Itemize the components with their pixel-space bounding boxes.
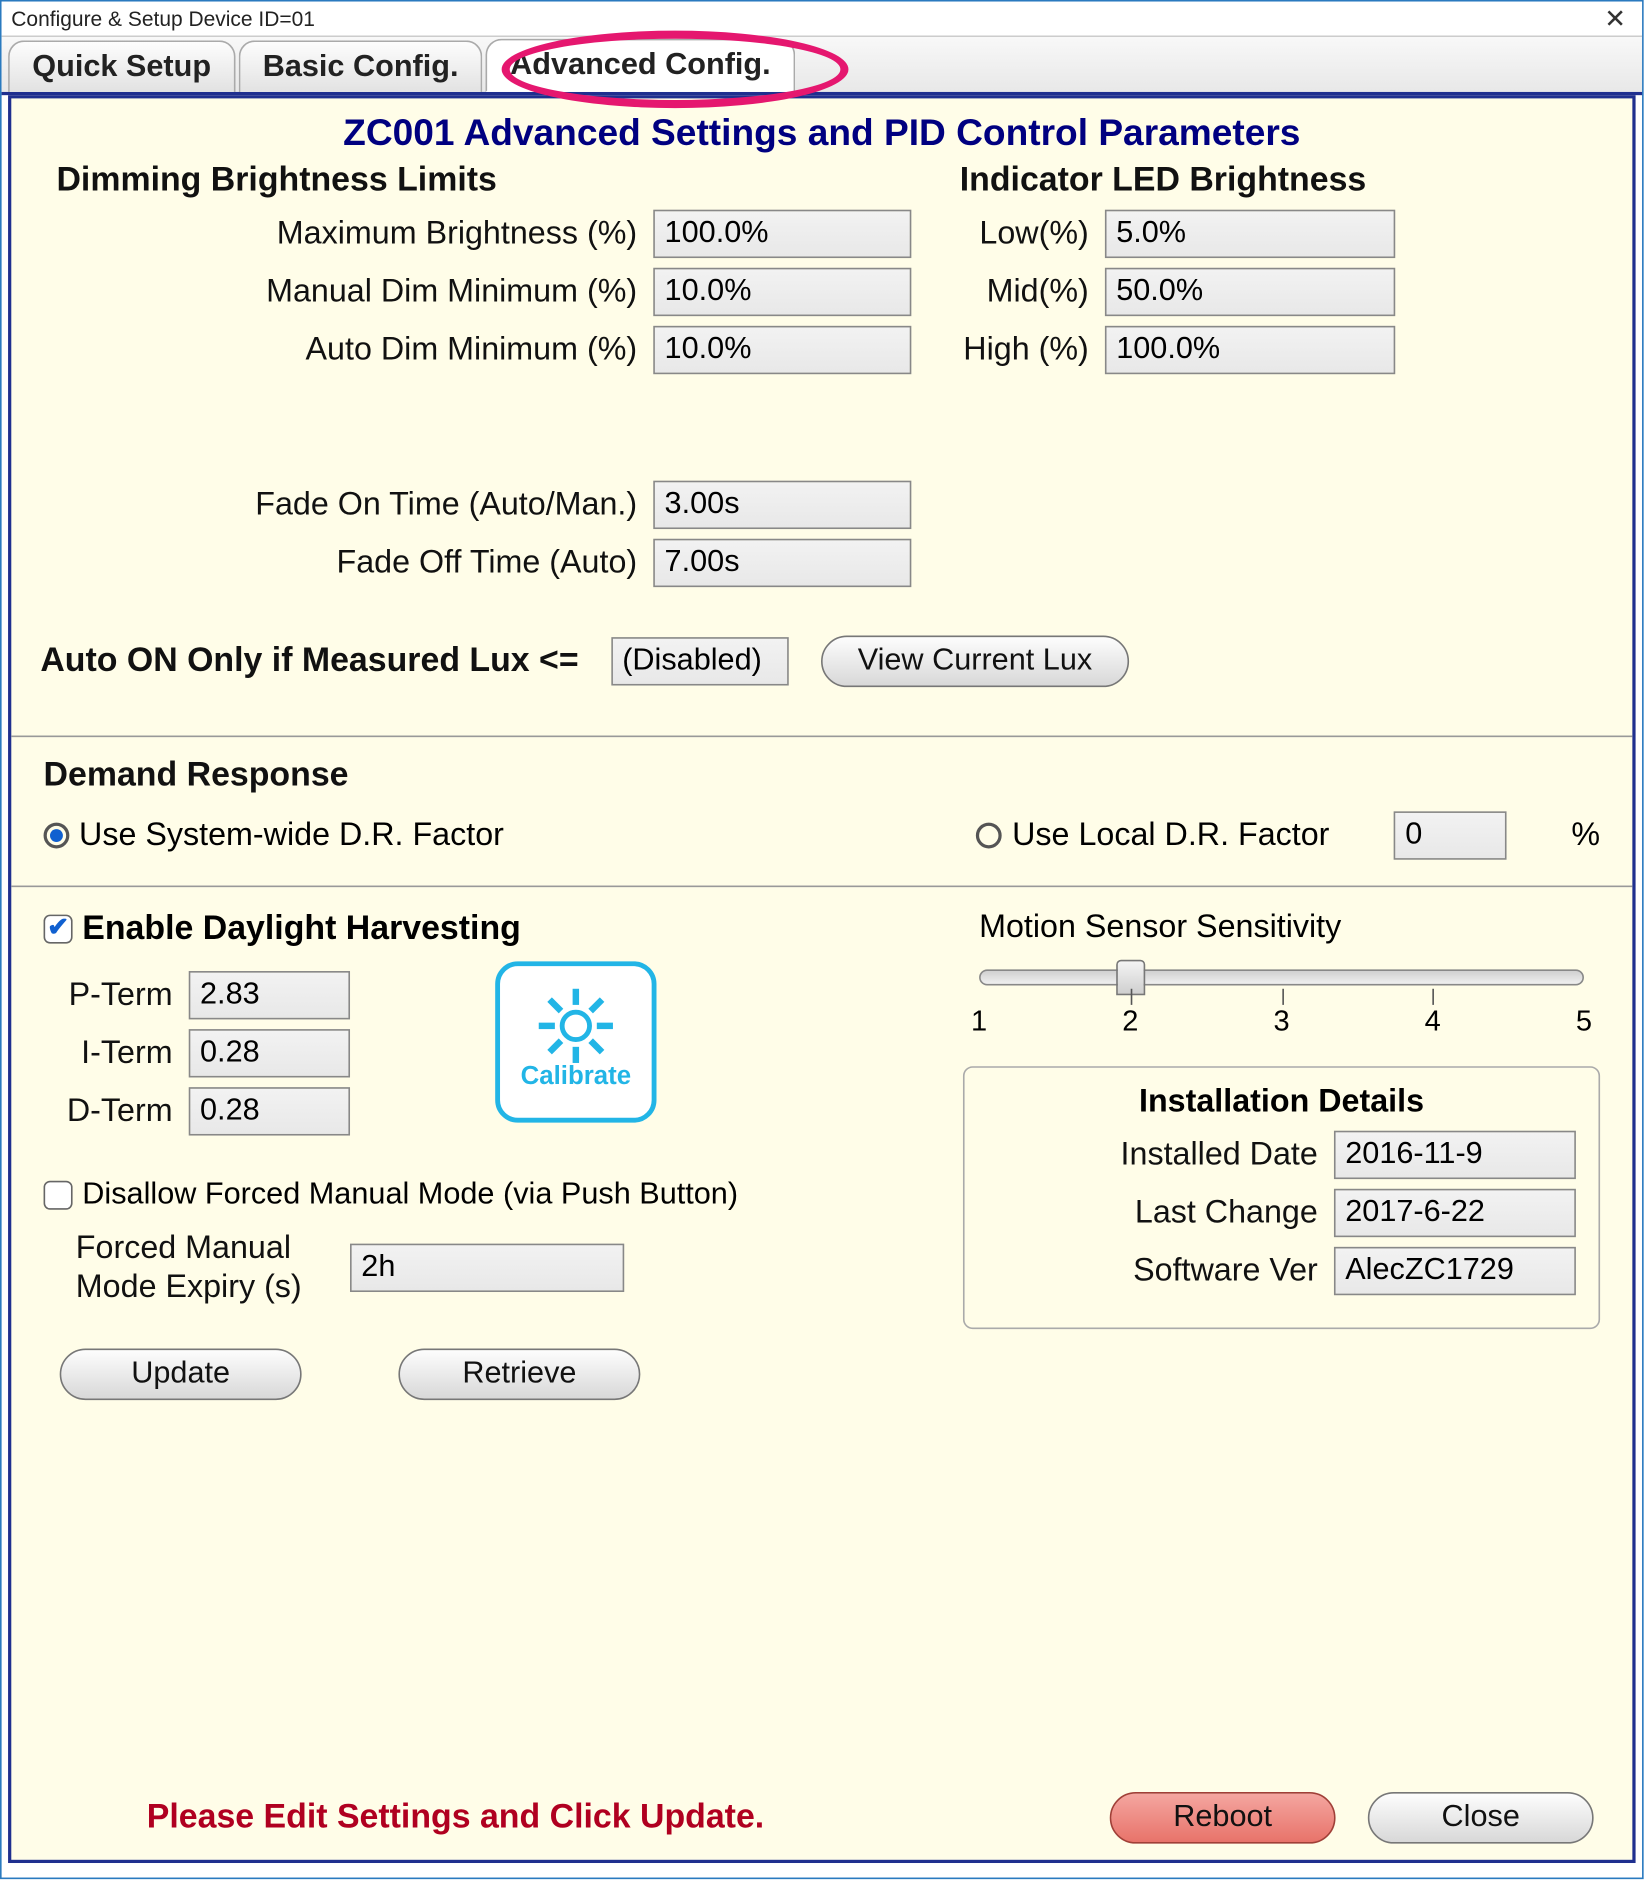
window-title: Configure & Setup Device ID=01: [11, 6, 315, 30]
label-enable-daylight: Enable Daylight Harvesting: [82, 910, 521, 949]
input-led-high[interactable]: [1105, 326, 1395, 374]
checkbox-enable-daylight[interactable]: Enable Daylight Harvesting: [44, 910, 899, 949]
motion-slider[interactable]: 1 2 3 4 5: [979, 969, 1584, 985]
checkbox-icon: [44, 1181, 73, 1210]
checkbox-disallow-forced[interactable]: Disallow Forced Manual Mode (via Push Bu…: [44, 1177, 899, 1212]
input-fade-off[interactable]: [653, 539, 911, 587]
slider-tick-2: 2: [1122, 1005, 1138, 1039]
label-p-term: P-Term: [44, 977, 189, 1014]
radio-local-dr[interactable]: Use Local D.R. Factor: [977, 817, 1330, 854]
update-button[interactable]: Update: [60, 1348, 302, 1400]
slider-tick-3: 3: [1273, 1005, 1289, 1039]
heading-demand-response: Demand Response: [44, 756, 1601, 795]
heading-indicator: Indicator LED Brightness: [960, 161, 1604, 200]
label-led-high: High (%): [960, 331, 1105, 368]
label-auto-on-lux: Auto ON Only if Measured Lux <=: [40, 642, 578, 681]
tab-quick-setup[interactable]: Quick Setup: [8, 40, 235, 92]
input-forced-expiry[interactable]: [350, 1244, 624, 1292]
label-installed-date: Installed Date: [987, 1136, 1334, 1173]
input-installed-date[interactable]: [1334, 1131, 1576, 1179]
heading-dimming: Dimming Brightness Limits: [56, 161, 911, 200]
label-last-change: Last Change: [987, 1194, 1334, 1231]
calibrate-label: Calibrate: [521, 1063, 631, 1092]
label-percent: %: [1571, 817, 1600, 854]
input-max-brightness[interactable]: [653, 210, 911, 258]
label-manual-min: Manual Dim Minimum (%): [40, 273, 653, 310]
label-max-brightness: Maximum Brightness (%): [40, 215, 653, 252]
checkbox-icon: [44, 915, 73, 944]
label-forced-expiry: Forced Manual Mode Expiry (s): [76, 1229, 350, 1306]
label-led-mid: Mid(%): [960, 273, 1105, 310]
input-last-change[interactable]: [1334, 1189, 1576, 1237]
retrieve-button[interactable]: Retrieve: [398, 1348, 640, 1400]
label-auto-min: Auto Dim Minimum (%): [40, 331, 653, 368]
slider-tick-4: 4: [1425, 1005, 1441, 1039]
input-fade-on[interactable]: [653, 481, 911, 529]
close-button[interactable]: Close: [1368, 1792, 1594, 1844]
label-local-dr: Use Local D.R. Factor: [1012, 817, 1329, 854]
label-d-term: D-Term: [44, 1093, 189, 1130]
heading-motion-sensitivity: Motion Sensor Sensitivity: [979, 910, 1600, 947]
sun-icon: [542, 992, 610, 1060]
input-software-ver[interactable]: [1334, 1247, 1576, 1295]
radio-dot-icon: [977, 823, 1003, 849]
label-software-ver: Software Ver: [987, 1252, 1334, 1289]
label-led-low: Low(%): [960, 215, 1105, 252]
input-auto-min[interactable]: [653, 326, 911, 374]
radio-system-dr[interactable]: Use System-wide D.R. Factor: [44, 817, 504, 854]
input-led-mid[interactable]: [1105, 268, 1395, 316]
input-manual-min[interactable]: [653, 268, 911, 316]
slider-tick-5: 5: [1576, 1005, 1592, 1039]
input-led-low[interactable]: [1105, 210, 1395, 258]
input-d-term[interactable]: [189, 1087, 350, 1135]
slider-tick-1: 1: [971, 1005, 987, 1039]
view-current-lux-button[interactable]: View Current Lux: [821, 636, 1130, 688]
close-icon[interactable]: ✕: [1598, 2, 1633, 34]
label-disallow-forced: Disallow Forced Manual Mode (via Push Bu…: [82, 1177, 738, 1212]
tab-basic-config[interactable]: Basic Config.: [238, 40, 482, 92]
panel-title: ZC001 Advanced Settings and PID Control …: [11, 98, 1632, 161]
calibrate-button[interactable]: Calibrate: [495, 961, 656, 1122]
input-auto-on-lux[interactable]: [611, 637, 788, 685]
input-local-dr[interactable]: [1394, 811, 1507, 859]
input-p-term[interactable]: [189, 971, 350, 1019]
label-fade-on: Fade On Time (Auto/Man.): [40, 486, 653, 523]
label-fade-off: Fade Off Time (Auto): [40, 544, 653, 581]
reboot-button[interactable]: Reboot: [1110, 1792, 1336, 1844]
radio-dot-icon: [44, 823, 70, 849]
heading-installation: Installation Details: [987, 1084, 1576, 1121]
tab-advanced-config[interactable]: Advanced Config.: [486, 39, 795, 92]
label-i-term: I-Term: [44, 1035, 189, 1072]
label-system-dr: Use System-wide D.R. Factor: [79, 817, 504, 854]
groupbox-installation: Installation Details Installed Date Last…: [963, 1066, 1600, 1329]
input-i-term[interactable]: [189, 1029, 350, 1077]
footer-message: Please Edit Settings and Click Update.: [147, 1798, 764, 1837]
